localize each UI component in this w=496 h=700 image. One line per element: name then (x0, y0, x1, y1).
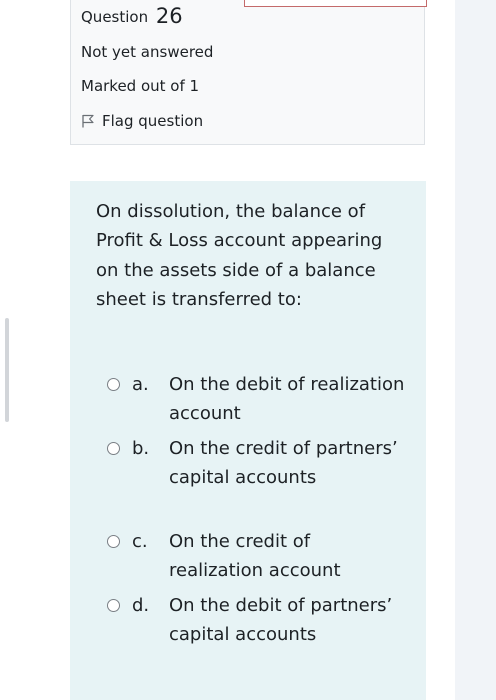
answer-text: On the credit of realization account (169, 531, 341, 582)
question-number: 26 (155, 4, 183, 28)
question-navigation-box (244, 0, 427, 7)
answer-text: On the credit of partners’ capital accou… (169, 438, 398, 489)
question-status: Not yet answered (81, 43, 214, 61)
answer-text: On the debit of realization account (169, 374, 405, 425)
question-marks: Marked out of 1 (81, 77, 200, 95)
question-title: Question 26 (81, 4, 183, 28)
answer-letter: b. (132, 438, 150, 459)
radio-button[interactable] (107, 599, 120, 612)
flag-question-label: Flag question (102, 112, 204, 130)
answer-letter: c. (132, 531, 148, 552)
answer-letter: a. (132, 374, 149, 395)
page-background-strip (455, 0, 496, 700)
flag-icon (81, 114, 95, 128)
quiz-page: Question 26 Not yet answered Marked out … (0, 0, 496, 700)
question-text: On dissolution, the balance of Profit & … (96, 201, 383, 310)
flag-question-link[interactable]: Flag question (81, 112, 203, 130)
answer-letter: d. (132, 595, 150, 616)
radio-button[interactable] (107, 442, 120, 455)
question-info-panel: Question 26 Not yet answered Marked out … (70, 0, 427, 145)
question-label: Question (81, 8, 149, 26)
question-content: On dissolution, the balance of Profit & … (70, 181, 426, 700)
answer-text: On the debit of partners’ capital accoun… (169, 595, 393, 646)
scrollbar[interactable] (5, 318, 9, 422)
radio-button[interactable] (107, 378, 120, 391)
radio-button[interactable] (107, 535, 120, 548)
